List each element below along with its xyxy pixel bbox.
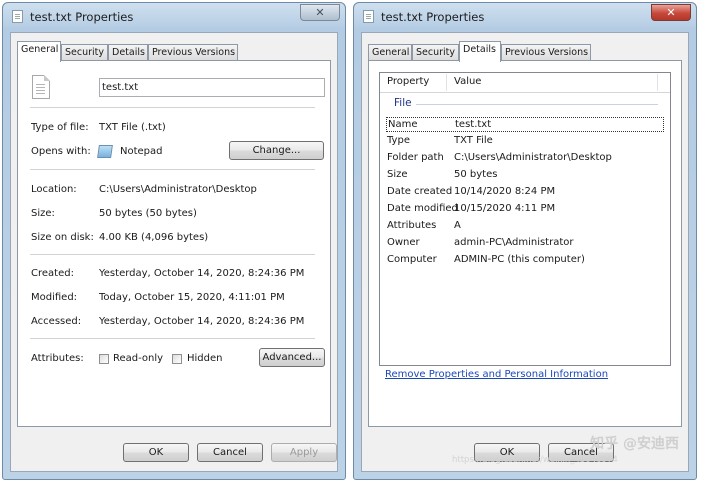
dialog-client: General Security Details Previous Versio…: [361, 32, 689, 472]
property-name: Date modified: [387, 203, 458, 214]
properties-window-details: test.txt Properties ✕ General Security D…: [353, 2, 697, 480]
details-panel: Property Value File Name test.txt Type T…: [368, 60, 682, 427]
hidden-label: Hidden: [187, 353, 223, 364]
change-button[interactable]: Change...: [229, 141, 324, 160]
list-row-attributes[interactable]: Attributes A: [386, 219, 664, 234]
location-value: C:\Users\Administrator\Desktop: [99, 184, 257, 195]
column-divider[interactable]: [446, 74, 447, 91]
list-row-owner[interactable]: Owner admin-PC\Administrator: [386, 236, 664, 251]
title-bar[interactable]: test.txt Properties ✕: [3, 3, 345, 31]
read-only-label: Read-only: [113, 353, 164, 364]
close-button[interactable]: ✕: [651, 4, 691, 21]
property-value: admin-PC\Administrator: [454, 237, 574, 248]
list-header: Property Value: [380, 73, 670, 93]
accessed-label: Accessed:: [31, 316, 82, 327]
tab-security[interactable]: Security: [61, 44, 108, 60]
property-value: A: [454, 220, 461, 231]
size-label: Size:: [31, 208, 55, 219]
property-value: 10/15/2020 4:11 PM: [454, 203, 556, 214]
cancel-button[interactable]: Cancel: [197, 443, 263, 462]
tab-previous-versions[interactable]: Previous Versions: [148, 44, 238, 60]
text-file-icon: [12, 10, 23, 23]
modified-value: Today, October 15, 2020, 4:11:01 PM: [99, 292, 285, 303]
hidden-checkbox[interactable]: [172, 354, 182, 364]
divider: [30, 107, 315, 108]
list-row-name[interactable]: Name test.txt: [386, 117, 664, 132]
group-separator: [416, 104, 658, 105]
advanced-button[interactable]: Advanced...: [259, 348, 325, 367]
column-value[interactable]: Value: [454, 76, 481, 87]
property-name: Type: [387, 135, 410, 146]
tab-details[interactable]: Details: [108, 44, 148, 60]
file-name-field[interactable]: test.txt: [99, 78, 325, 97]
list-row-size[interactable]: Size 50 bytes: [386, 168, 664, 183]
list-row-date-modified[interactable]: Date modified 10/15/2020 4:11 PM: [386, 202, 664, 217]
property-name: Folder path: [387, 152, 444, 163]
text-file-icon: [363, 10, 374, 23]
list-row-type[interactable]: Type TXT File: [386, 134, 664, 149]
title-bar[interactable]: test.txt Properties ✕: [354, 3, 696, 31]
tab-security[interactable]: Security: [412, 44, 459, 60]
window-title: test.txt Properties: [381, 10, 485, 24]
accessed-value: Yesterday, October 14, 2020, 8:24:36 PM: [99, 316, 305, 327]
close-button[interactable]: ✕: [300, 4, 340, 21]
list-row-date-created[interactable]: Date created 10/14/2020 8:24 PM: [386, 185, 664, 200]
property-value: 10/14/2020 8:24 PM: [454, 186, 556, 197]
size-value: 50 bytes (50 bytes): [99, 208, 197, 219]
divider: [30, 254, 315, 255]
properties-window-general: test.txt Properties ✕ General Security D…: [2, 2, 346, 480]
property-value: TXT File: [454, 135, 493, 146]
tab-general[interactable]: General: [17, 41, 61, 62]
property-name: Date created: [387, 186, 453, 197]
watermark-url: https://blog.csdn.net/weixin_45046974: [452, 455, 618, 465]
list-row-folder-path[interactable]: Folder path C:\Users\Administrator\Deskt…: [386, 151, 664, 166]
dialog-client: General Security Details Previous Versio…: [10, 32, 338, 472]
tab-details[interactable]: Details: [459, 41, 501, 62]
window-title: test.txt Properties: [30, 10, 134, 24]
tab-previous-versions[interactable]: Previous Versions: [501, 44, 591, 60]
property-list[interactable]: Property Value File Name test.txt Type T…: [379, 72, 671, 366]
text-file-icon: [32, 75, 50, 99]
property-name: Computer: [387, 254, 437, 265]
property-value: test.txt: [455, 119, 492, 130]
divider: [30, 338, 315, 339]
column-divider[interactable]: [657, 74, 658, 91]
created-label: Created:: [31, 268, 74, 279]
opens-with-label: Opens with:: [31, 146, 91, 157]
column-property[interactable]: Property: [387, 76, 429, 87]
size-on-disk-label: Size on disk:: [31, 232, 94, 243]
property-value: 50 bytes: [454, 169, 498, 180]
ok-button[interactable]: OK: [123, 443, 189, 462]
remove-properties-link[interactable]: Remove Properties and Personal Informati…: [385, 369, 608, 380]
list-row-computer[interactable]: Computer ADMIN-PC (this computer): [386, 253, 664, 268]
attributes-label: Attributes:: [31, 353, 84, 364]
divider: [30, 169, 315, 170]
property-name: Size: [387, 169, 408, 180]
property-name: Owner: [387, 237, 420, 248]
location-label: Location:: [31, 184, 77, 195]
type-of-file-value: TXT File (.txt): [99, 122, 166, 133]
notepad-icon: [97, 145, 113, 158]
group-header-file: File: [394, 97, 412, 109]
watermark: 知乎 @安迪西: [590, 436, 679, 452]
property-name: Name: [388, 119, 418, 130]
tab-general[interactable]: General: [368, 44, 412, 60]
apply-button[interactable]: Apply: [271, 443, 337, 462]
general-panel: test.txt Type of file: TXT File (.txt) O…: [17, 60, 331, 427]
type-of-file-label: Type of file:: [31, 122, 89, 133]
property-value: C:\Users\Administrator\Desktop: [454, 152, 612, 163]
read-only-checkbox[interactable]: [99, 354, 109, 364]
modified-label: Modified:: [31, 292, 78, 303]
size-on-disk-value: 4.00 KB (4,096 bytes): [99, 232, 209, 243]
property-name: Attributes: [387, 220, 437, 231]
property-value: ADMIN-PC (this computer): [454, 254, 585, 265]
created-value: Yesterday, October 14, 2020, 8:24:36 PM: [99, 268, 305, 279]
opens-with-value: Notepad: [120, 146, 163, 157]
